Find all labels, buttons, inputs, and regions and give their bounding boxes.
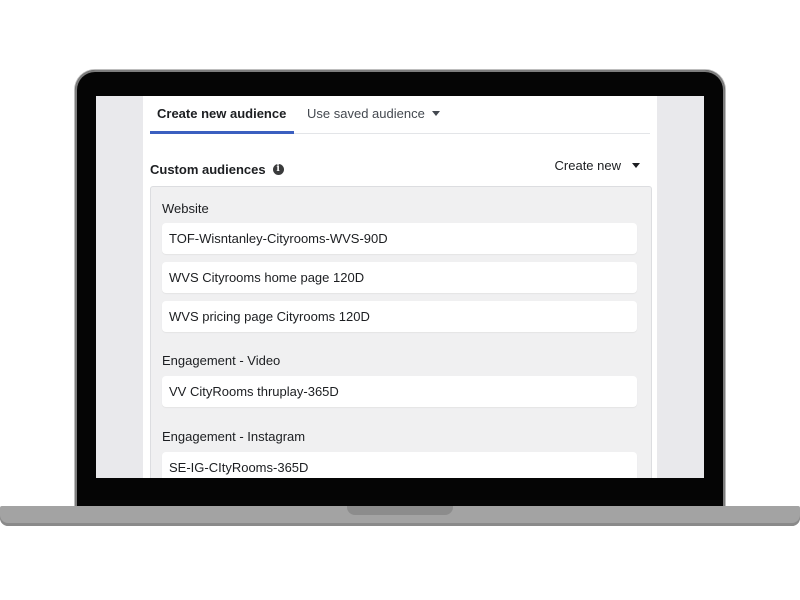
tab-label: Create new audience xyxy=(157,106,287,121)
laptop-notch xyxy=(347,506,453,515)
custom-audiences-heading: Custom audiences i xyxy=(150,162,284,177)
list-item[interactable]: TOF-Wisntanley-Cityrooms-WVS-90D xyxy=(162,223,637,254)
info-icon[interactable]: i xyxy=(272,164,284,176)
audience-tabs: Create new audience Use saved audience xyxy=(150,96,650,134)
list-item[interactable]: SE-IG-CItyRooms-365D xyxy=(162,452,637,478)
tab-label: Use saved audience xyxy=(307,106,425,121)
group-label-website: Website xyxy=(162,201,209,216)
group-label-engagement-instagram: Engagement - Instagram xyxy=(162,429,306,444)
chevron-down-icon xyxy=(632,163,640,169)
section-title: Custom audiences xyxy=(150,162,266,177)
create-new-label: Create new xyxy=(554,158,621,173)
audience-panel: Create new audience Use saved audience C… xyxy=(143,96,657,478)
group-label-engagement-video: Engagement - Video xyxy=(162,353,281,368)
create-new-dropdown[interactable]: Create new xyxy=(555,158,640,173)
list-item[interactable]: VV CityRooms thruplay-365D xyxy=(162,376,637,407)
tab-create-new-audience[interactable]: Create new audience xyxy=(150,96,295,134)
laptop-screen: Create new audience Use saved audience C… xyxy=(96,96,704,478)
chevron-down-icon xyxy=(431,111,440,117)
list-item[interactable]: WVS pricing page Cityrooms 120D xyxy=(162,301,637,332)
audience-list: Website TOF-Wisntanley-Cityrooms-WVS-90D… xyxy=(150,186,652,478)
tab-use-saved-audience[interactable]: Use saved audience xyxy=(307,96,440,131)
list-item[interactable]: WVS Cityrooms home page 120D xyxy=(162,262,637,293)
